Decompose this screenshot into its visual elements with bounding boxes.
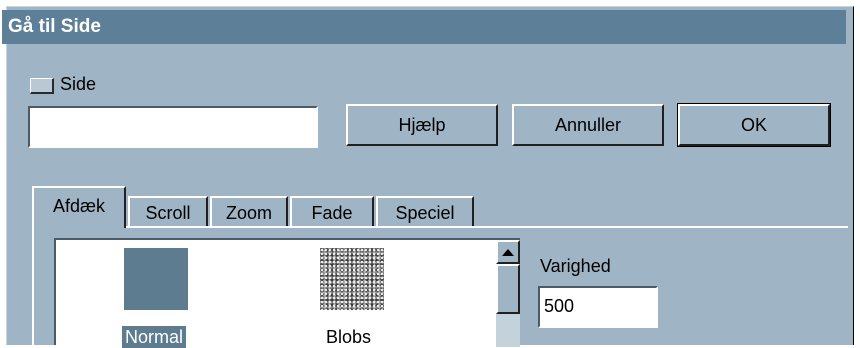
duration-input[interactable]: 500	[538, 286, 658, 328]
cancel-button[interactable]: Annuller	[512, 104, 664, 146]
duration-label: Varighed	[540, 256, 611, 276]
blobs-effect-icon[interactable]	[320, 248, 384, 310]
tab-scroll[interactable]: Scroll	[128, 196, 208, 228]
ok-button[interactable]: OK	[677, 103, 831, 147]
tab-zoom-label: Zoom	[225, 202, 272, 223]
side-checkbox-label: Side	[60, 74, 97, 94]
page-input[interactable]	[28, 106, 318, 148]
duration-value: 500	[544, 296, 575, 316]
ok-button-label: OK	[740, 114, 767, 135]
normal-effect-icon[interactable]	[124, 248, 188, 310]
up-arrow-icon	[502, 248, 514, 256]
help-button-label: Hjælp	[398, 114, 446, 135]
title-bar: Gå til Side	[2, 10, 846, 44]
help-button[interactable]: Hjælp	[346, 104, 498, 146]
tab-afdaek[interactable]: Afdæk	[32, 186, 126, 228]
tab-scroll-label: Scroll	[145, 202, 191, 223]
tab-speciel[interactable]: Speciel	[376, 196, 474, 228]
cancel-button-label: Annuller	[554, 114, 622, 135]
effect-list-scrollbar[interactable]	[496, 240, 520, 347]
tab-afdaek-label: Afdæk	[52, 195, 106, 216]
tab-fade-label: Fade	[311, 202, 353, 223]
scroll-up-button[interactable]	[496, 240, 520, 264]
tab-zoom[interactable]: Zoom	[210, 196, 288, 228]
scroll-thumb[interactable]	[496, 264, 520, 314]
effect-list[interactable]: Normal Blobs	[54, 238, 520, 348]
tab-fade[interactable]: Fade	[290, 196, 374, 228]
window-title: Gå til Side	[8, 16, 101, 37]
tab-speciel-label: Speciel	[395, 202, 455, 223]
side-checkbox[interactable]	[30, 78, 54, 94]
